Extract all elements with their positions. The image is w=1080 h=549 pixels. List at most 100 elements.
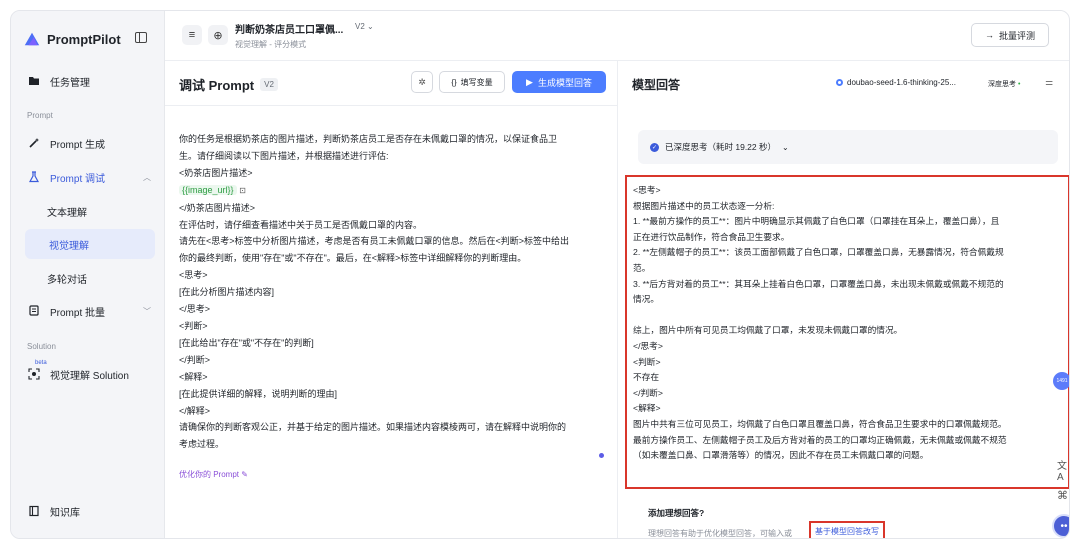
batch-evaluate-button[interactable]: → 批量评测 bbox=[971, 23, 1049, 47]
prompt-line: 请先在<思考>标签中分析图片描述，考虑是否有员工未佩戴口罩的信息。然后在<判断>… bbox=[179, 236, 570, 247]
task-title[interactable]: 判断奶茶店员工口罩佩... bbox=[235, 21, 343, 36]
sidebar-item-visual-solution[interactable]: 视觉理解 Solution bbox=[23, 359, 157, 389]
model-selector[interactable]: doubao-seed-1.6-thinking-25... bbox=[836, 78, 956, 87]
sidebar: PromptPilot 任务管理 Prompt Prompt 生成 Prompt… bbox=[11, 11, 165, 538]
optimize-prompt-label: 优化你的 Prompt bbox=[179, 470, 240, 479]
prompt-line: <奶茶店图片描述> bbox=[179, 167, 253, 178]
panel-title: 调试 Prompt V2 bbox=[179, 75, 278, 94]
book-icon bbox=[27, 504, 41, 518]
answer-line: 情况。 bbox=[633, 294, 660, 305]
sidebar-item-label: 视觉理解 Solution bbox=[50, 370, 129, 382]
chevron-down-icon: ⌄ bbox=[782, 142, 789, 152]
stack-icon bbox=[27, 304, 41, 318]
app-window: PromptPilot 任务管理 Prompt Prompt 生成 Prompt… bbox=[10, 10, 1070, 539]
model-name: doubao-seed-1.6-thinking-25... bbox=[847, 78, 956, 87]
panel-title: 模型回答 bbox=[632, 78, 681, 92]
model-icon bbox=[836, 79, 843, 86]
answer-line: 不存在 bbox=[633, 372, 660, 383]
answer-line: 范。 bbox=[633, 262, 651, 273]
deep-think-label: 深度思考 bbox=[988, 81, 1016, 88]
divider bbox=[165, 105, 618, 106]
variable-chip[interactable]: {{image_url}} bbox=[179, 184, 237, 195]
answer-line: <解释> bbox=[633, 403, 661, 414]
fill-variables-label: 填写变量 bbox=[460, 77, 493, 87]
thinking-status-text: 已深度思考（耗时 19.22 秒） bbox=[665, 142, 776, 152]
promptpilot-logo-icon bbox=[24, 32, 40, 46]
deep-think-toggle[interactable]: 深度思考 • bbox=[988, 79, 1020, 89]
prompt-line: 请确保你的判断客观公正，并基于给定的图片描述。如果描述内容模棱两可，请在解释中说… bbox=[179, 422, 567, 433]
header: ≡ ⊕ 判断奶茶店员工口罩佩... V2 ⌄ 视觉理解 - 评分模式 → 批量评… bbox=[165, 11, 1069, 61]
rewrite-from-answer-link[interactable]: 基于模型回答改写 bbox=[809, 521, 885, 538]
sidebar-item-label: 任务管理 bbox=[50, 77, 90, 89]
sidebar-item-label: Prompt 调试 bbox=[50, 173, 106, 185]
image-icon[interactable]: ⊡ bbox=[239, 186, 246, 195]
answer-line: <思考> bbox=[633, 185, 661, 195]
assistant-bot-icon[interactable]: •• bbox=[1052, 514, 1069, 538]
chevron-up-icon: ︿ bbox=[143, 172, 151, 182]
sidebar-item-knowledge-base[interactable]: 知识库 bbox=[23, 496, 157, 526]
generate-answer-label: 生成模型回答 bbox=[537, 77, 592, 88]
panel-title-text: 调试 Prompt bbox=[179, 78, 255, 93]
translate-icon[interactable]: 文A bbox=[1057, 457, 1069, 483]
answer-line: 最前方操作员工、左侧戴帽子员工及后方背对着的员工的口罩均正确佩戴，无未佩戴或佩戴… bbox=[633, 434, 1007, 445]
menu-icon[interactable]: ≡ bbox=[182, 25, 202, 45]
eye-scan-icon bbox=[27, 367, 41, 381]
optimize-prompt-link[interactable]: 优化你的 Prompt ✎ bbox=[179, 469, 248, 480]
generate-answer-button[interactable]: ▶ 生成模型回答 bbox=[512, 71, 606, 93]
sidebar-item-prompt-batch[interactable]: Prompt 批量 ﹀ bbox=[23, 296, 157, 326]
prompt-editor[interactable]: 你的任务是根据奶茶店的图片描述，判断奶茶店员工是否存在未佩戴口罩的情况，以保证食… bbox=[179, 131, 609, 453]
version-tag: V2 bbox=[260, 78, 278, 91]
prompt-debug-panel: 调试 Prompt V2 ✲ {} 填写变量 ▶ 生成模型回答 你的任务是根据奶… bbox=[165, 61, 618, 538]
sidebar-item-multi-turn[interactable]: 多轮对话 bbox=[23, 263, 157, 293]
batch-evaluate-label: 批量评测 bbox=[998, 30, 1035, 41]
answer-line bbox=[633, 308, 1064, 324]
answer-line: </思考> bbox=[633, 340, 663, 351]
prompt-line: <判断> bbox=[179, 320, 208, 331]
sidebar-item-prompt-generate[interactable]: Prompt 生成 bbox=[23, 128, 157, 158]
thinking-status[interactable]: ✓ 已深度思考（耗时 19.22 秒） ⌄ bbox=[638, 130, 1058, 164]
prompt-line: </奶茶店图片描述> bbox=[179, 202, 256, 213]
sidebar-item-visual-understanding[interactable]: 视觉理解 bbox=[25, 229, 155, 259]
sparkle-icon[interactable]: ✲ bbox=[411, 71, 433, 93]
answer-line: 3. **后方背对着的员工**：其耳朵上挂着白色口罩，口罩覆盖口鼻，未出现未佩戴… bbox=[633, 278, 1004, 289]
ideal-answer-description: 理想回答有助于优化模型回答，可输入或 bbox=[648, 529, 792, 538]
prompt-line: [在此提供详细的解释，说明判断的理由] bbox=[179, 388, 338, 399]
prompt-line: 考虑过程。 bbox=[179, 439, 225, 450]
prompt-line: {{image_url}} ⊡ bbox=[179, 182, 609, 200]
sparkle-icon: ✎ bbox=[241, 470, 248, 479]
answer-line: <判断> bbox=[633, 356, 661, 367]
sidebar-item-prompt-debug[interactable]: Prompt 调试 ︿ bbox=[23, 162, 157, 192]
prompt-line: 生。请仔细阅读以下图片描述，并根据描述进行评估: bbox=[179, 150, 389, 161]
prompt-line: <解释> bbox=[179, 371, 208, 382]
brand[interactable]: PromptPilot bbox=[23, 27, 121, 51]
answer-line: 2. **左侧戴帽子的员工**：该员工面部佩戴了白色口罩，口罩覆盖口鼻，无暴露情… bbox=[633, 247, 1004, 258]
prompt-line: </解释> bbox=[179, 405, 211, 416]
floating-badge[interactable]: 1491 bbox=[1053, 372, 1069, 390]
answer-line: 图片中共有三位可见员工，均佩戴了白色口罩且覆盖口鼻，符合食品卫生要求中的口罩佩戴… bbox=[633, 418, 1007, 429]
sidebar-item-task-management[interactable]: 任务管理 bbox=[23, 66, 157, 96]
flask-icon bbox=[27, 170, 41, 184]
add-circle-icon[interactable]: ⊕ bbox=[208, 25, 228, 45]
prompt-line: [在此分析图片描述内容] bbox=[179, 287, 275, 298]
prompt-line: </思考> bbox=[179, 304, 211, 315]
model-answer-content: <思考> 根据图片描述中的员工状态逐一分析: 1. **最前方操作的员工**：图… bbox=[625, 175, 1069, 489]
cursor-dot bbox=[599, 453, 604, 458]
sidebar-item-text-understanding[interactable]: 文本理解 bbox=[23, 196, 157, 226]
sliders-icon[interactable]: ⚌ bbox=[1045, 77, 1053, 88]
version-selector[interactable]: V2 ⌄ bbox=[355, 22, 374, 31]
sidebar-collapse-icon[interactable] bbox=[135, 32, 147, 43]
chevron-down-icon: ﹀ bbox=[143, 306, 151, 316]
command-icon[interactable]: ⌘ bbox=[1057, 489, 1068, 502]
section-label-prompt: Prompt bbox=[27, 111, 53, 120]
answer-line: 正在进行饮品制作，符合食品卫生要求。 bbox=[633, 231, 790, 242]
prompt-line: [在此给出"存在"或"不存在"的判断] bbox=[179, 337, 314, 348]
sidebar-item-label: Prompt 批量 bbox=[50, 307, 106, 319]
answer-line: </判断> bbox=[633, 387, 663, 398]
prompt-line: 你的最终判断，使用"存在"或"不存在"。最后，在<解释>标签中详细解释你的判断理… bbox=[179, 253, 527, 264]
task-subtitle: 视觉理解 - 评分模式 bbox=[235, 40, 307, 49]
fill-variables-button[interactable]: {} 填写变量 bbox=[439, 71, 505, 93]
sidebar-item-label: 视觉理解 bbox=[49, 240, 89, 252]
prompt-line: 你的任务是根据奶茶店的图片描述，判断奶茶店员工是否存在未佩戴口罩的情况，以保证食… bbox=[179, 134, 558, 144]
answer-line: 综上，图片中所有可见员工均佩戴了口罩，未发现未佩戴口罩的情况。 bbox=[633, 325, 903, 336]
check-icon: ✓ bbox=[650, 142, 659, 152]
